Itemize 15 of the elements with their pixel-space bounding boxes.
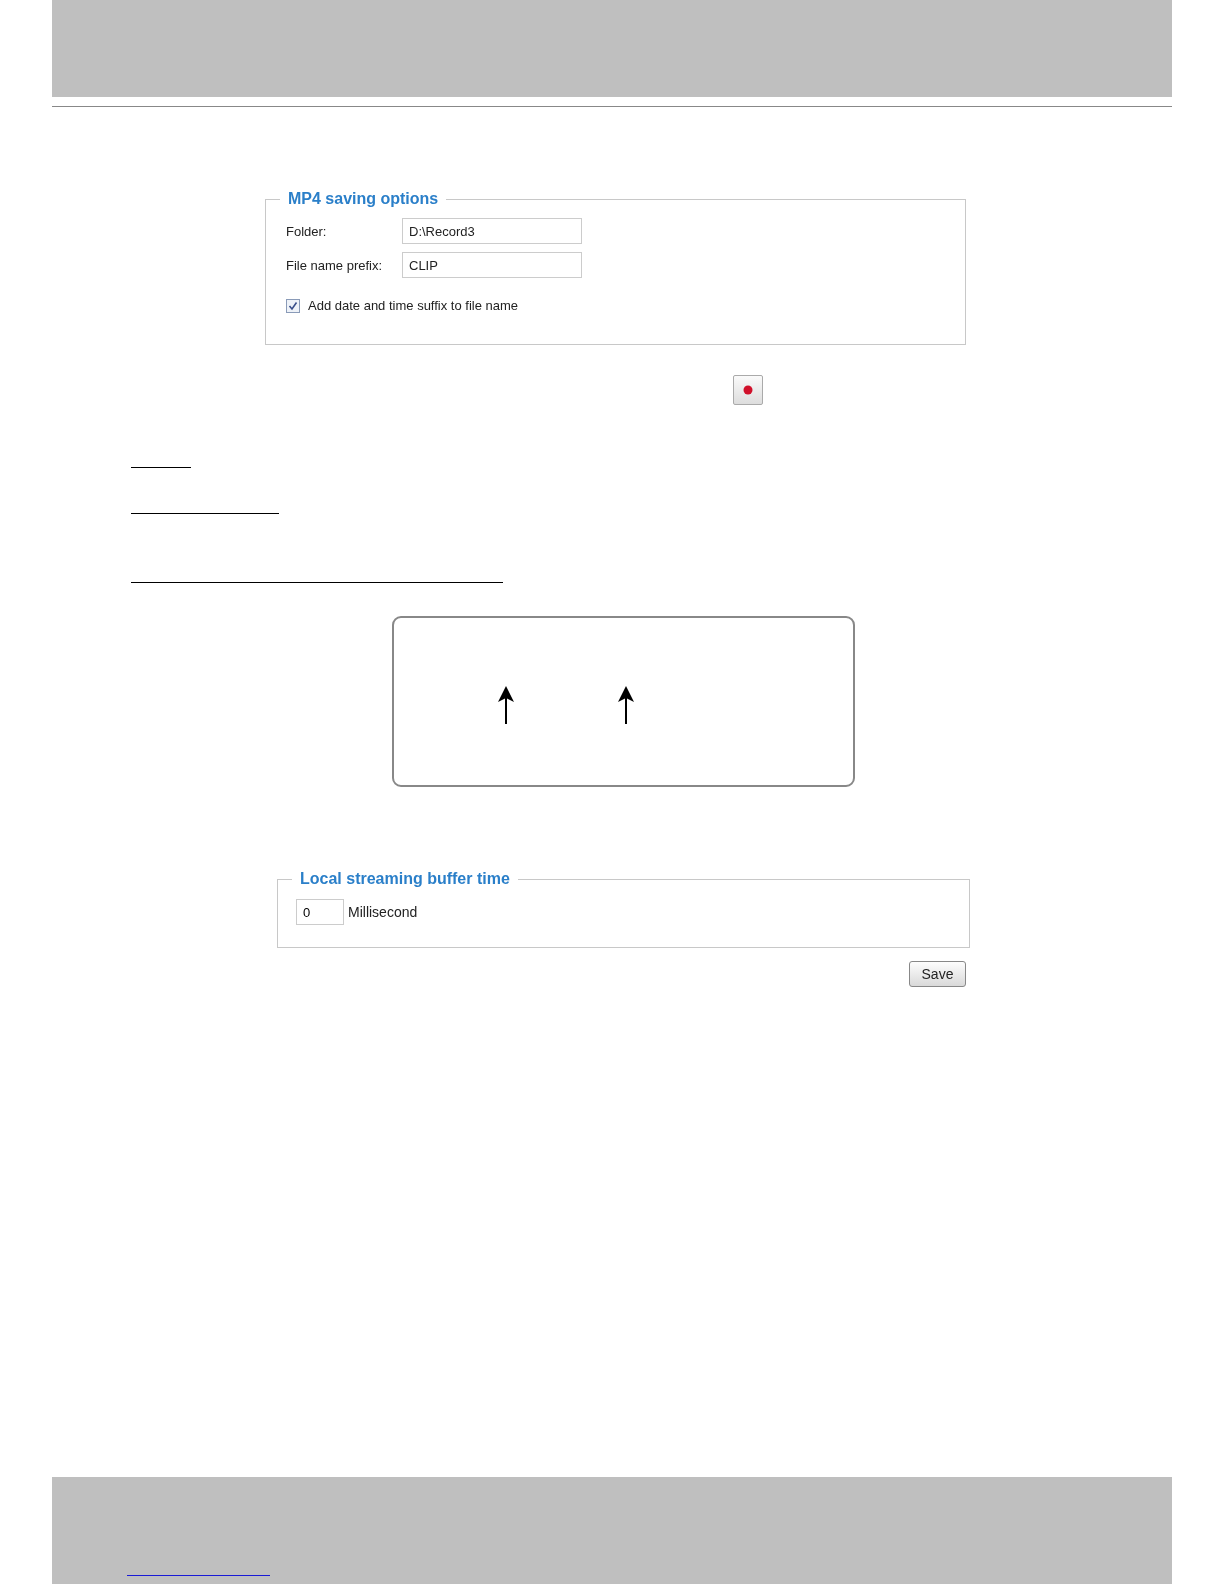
text-field[interactable]: D:\Record3 [402, 218, 582, 244]
section-title: Local streaming buffer time [292, 869, 518, 889]
field-label: File name prefix: [286, 257, 384, 273]
save-button[interactable]: Save [909, 961, 966, 987]
field-label: Folder: [286, 223, 328, 239]
checkbox-label: Add date and time suffix to file name [308, 298, 519, 313]
number-field[interactable]: 0 [296, 899, 344, 925]
up-arrow-icon [496, 686, 516, 724]
section-title: MP4 saving options [280, 189, 447, 209]
text-field[interactable]: CLIP [402, 252, 582, 278]
record-icon [743, 385, 753, 395]
up-arrow-icon [616, 686, 636, 724]
checkbox[interactable] [286, 298, 300, 313]
record-button[interactable] [733, 375, 763, 405]
unit-label: Millisecond [348, 904, 418, 920]
